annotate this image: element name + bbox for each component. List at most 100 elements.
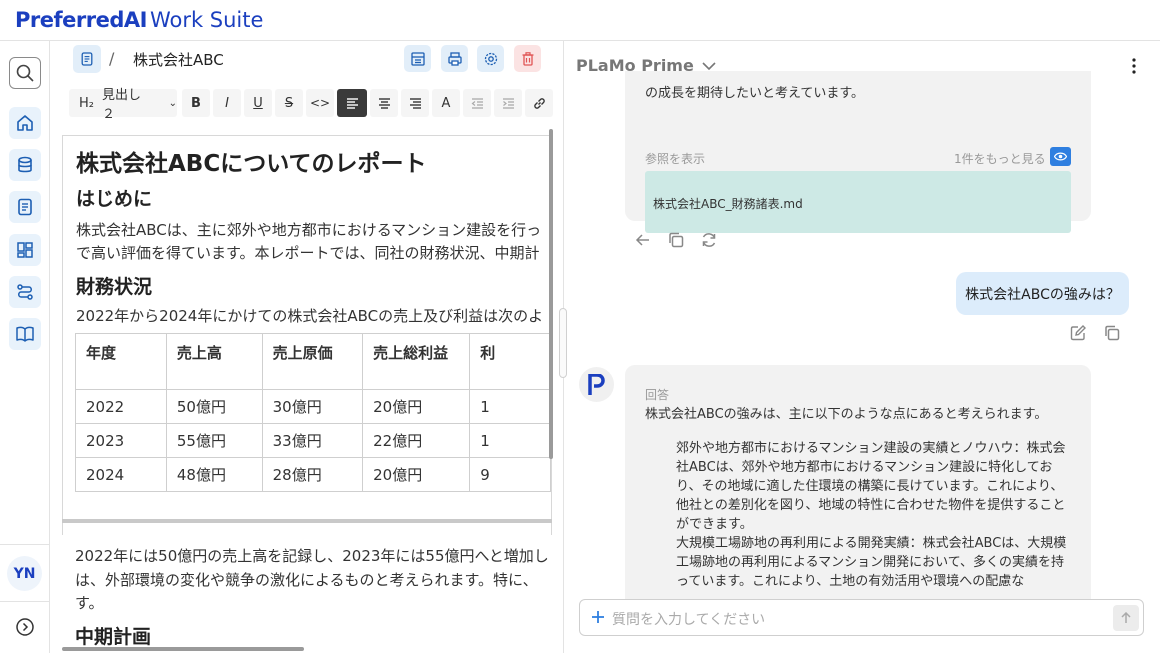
sidebar-item-library[interactable] <box>9 318 41 350</box>
heading-style-select[interactable]: H₂ 見出し２ ⌄ <box>69 88 177 122</box>
regenerate-icon[interactable] <box>700 231 718 249</box>
font-color-button[interactable]: A <box>432 89 460 117</box>
back-arrow-icon[interactable] <box>634 231 652 249</box>
edit-icon[interactable] <box>1069 324 1087 342</box>
sidebar-divider <box>0 544 50 545</box>
sidebar-item-workflow[interactable] <box>9 276 41 308</box>
top-bar: PreferredAI Work Suite <box>0 0 1160 41</box>
answer-intro: 株式会社ABCの強みは、主に以下のような点にあると考えられます。 <box>645 407 1048 422</box>
delete-document-button[interactable] <box>514 45 541 72</box>
table-header-row: 年度 売上高 売上原価 売上総利益 利 <box>75 333 551 390</box>
strikethrough-button[interactable]: S <box>275 89 303 117</box>
plamo-logo-icon <box>587 373 605 395</box>
link-icon <box>533 97 545 109</box>
sidebar-search-button[interactable] <box>9 57 41 89</box>
heading-select-value: 見出し２ <box>102 88 142 122</box>
references-label: 参照を表示 <box>645 152 706 166</box>
editor-vertical-scrollbar[interactable] <box>549 129 553 459</box>
bold-button[interactable]: B <box>182 89 210 117</box>
section-heading-finance: 財務状況 <box>76 276 153 298</box>
sidebar-item-dashboard[interactable] <box>9 234 41 266</box>
view-references-button[interactable] <box>1050 147 1071 166</box>
table-cell: 50億円 <box>165 389 263 424</box>
underline-button[interactable]: U <box>244 89 272 117</box>
answer-body: 郊外や地方都市におけるマンション建設の実績とノウハウ：株式会社ABCは、郊外や地… <box>676 439 1076 591</box>
intro-paragraph-line: 株式会社ABCは、主に郊外や地方都市におけるマンション建設を行っ <box>76 221 542 239</box>
table-cell: 2023 <box>75 423 167 458</box>
reference-file-card[interactable]: 株式会社ABC_財務諸表.md <box>645 171 1071 233</box>
after-table-paragraph-line: は、外部環境の変化や競争の激化によるものと考えられます。特に、 <box>75 571 538 589</box>
sidebar-item-home[interactable] <box>9 107 41 139</box>
link-button[interactable] <box>525 89 553 117</box>
arrow-up-icon <box>1121 612 1131 623</box>
database-icon <box>18 156 32 173</box>
sidebar-item-database[interactable] <box>9 149 41 181</box>
print-button[interactable] <box>441 45 468 72</box>
send-button[interactable] <box>1113 605 1139 631</box>
table-cell: 20億円 <box>362 389 471 424</box>
more-options-icon[interactable] <box>1130 56 1138 76</box>
sidebar-divider <box>0 601 50 602</box>
book-icon <box>16 326 34 342</box>
chat-input-placeholder[interactable]: 質問を入力してください <box>612 609 765 629</box>
indent-button[interactable] <box>494 89 522 117</box>
document-title[interactable]: 株式会社ABC <box>133 49 224 70</box>
align-center-icon <box>378 97 390 109</box>
trash-icon <box>522 51 533 66</box>
table-cell: 9 <box>469 457 551 492</box>
table-header-cell: 利 <box>469 333 551 390</box>
heading-icon: H₂ <box>79 95 94 111</box>
after-table-paragraph-line: す。 <box>75 594 104 612</box>
chat-input-box[interactable]: 質問を入力してください <box>579 599 1144 636</box>
assistant-message-previous: の成長を期待したいと考えています。 参照を表示 1件をもっと見る 株式会社ABC… <box>625 71 1091 233</box>
table-cell: 2022 <box>75 389 167 424</box>
plus-icon[interactable] <box>590 609 606 625</box>
align-right-icon <box>409 97 421 109</box>
table-cell: 2024 <box>75 457 167 492</box>
align-left-button[interactable] <box>337 89 367 117</box>
align-center-button[interactable] <box>370 89 398 117</box>
user-avatar[interactable]: YN <box>7 556 42 591</box>
document-content[interactable]: 株式会社ABCについてのレポート はじめに 株式会社ABCは、主に郊外や地方都市… <box>62 135 552 535</box>
code-button[interactable]: <> <box>306 89 334 117</box>
app-logo[interactable]: PreferredAI Work Suite <box>15 7 263 33</box>
expand-sidebar-icon[interactable] <box>15 617 35 637</box>
sidebar-item-documents[interactable] <box>9 191 41 223</box>
editor-horizontal-scrollbar[interactable] <box>62 647 304 651</box>
document-header: / 株式会社ABC <box>51 41 563 77</box>
eye-icon <box>1054 152 1067 161</box>
user-message: 株式会社ABCの強みは？ <box>956 272 1129 315</box>
copy-icon[interactable] <box>1103 324 1121 342</box>
section-heading-plan: 中期計画 <box>75 626 152 648</box>
table-row: 2023 55億円 33億円 22億円 1 <box>75 423 551 458</box>
breadcrumb-separator: / <box>109 49 115 68</box>
suite-name: Work Suite <box>149 8 264 32</box>
intro-paragraph-line: で高い評価を得ています。本レポートでは、同社の財務状況、中期計 <box>76 244 540 262</box>
financial-table[interactable]: 年度 売上高 売上原価 売上総利益 利 2022 50億円 30億円 20億円 … <box>75 333 551 492</box>
format-toolbar: H₂ 見出し２ ⌄ B I U S <> A <box>63 85 563 122</box>
table-header-cell: 売上原価 <box>261 333 364 390</box>
grid-icon <box>17 242 33 258</box>
settings-button[interactable] <box>477 45 504 72</box>
after-table-paragraph-line: 2022年には50億円の売上高を記録し、2023年には55億円へと増加し <box>75 547 549 565</box>
table-header-cell: 年度 <box>75 333 167 390</box>
section-heading-intro: はじめに <box>76 188 153 210</box>
italic-button[interactable]: I <box>213 89 241 117</box>
table-cell: 20億円 <box>362 457 471 492</box>
document-content-lower[interactable]: 2022年には50億円の売上高を記録し、2023年には55億円へと増加し は、外… <box>62 523 552 653</box>
answer-label: 回答 <box>645 388 670 402</box>
chat-panel: PLaMo Prime の成長を期待したいと考えています。 参照を表示 1件をも… <box>564 41 1160 653</box>
outline-button[interactable] <box>404 45 431 72</box>
assistant-message-answer: 回答 株式会社ABCの強みは、主に以下のような点にあると考えられます。 郊外や地… <box>625 365 1091 605</box>
answer-point: 郊外や地方都市におけるマンション建設の実績とノウハウ：株式会社ABCは、郊外や地… <box>676 441 1066 532</box>
table-cell: 28億円 <box>261 457 364 492</box>
show-more-references-link[interactable]: 1件をもっと見る <box>954 150 1046 167</box>
outdent-button[interactable] <box>463 89 491 117</box>
outline-icon <box>410 51 425 66</box>
assistant-avatar <box>579 367 614 402</box>
table-cell: 22億円 <box>362 423 471 458</box>
gear-icon <box>484 52 497 65</box>
brand-name: PreferredAI <box>15 8 147 32</box>
align-right-button[interactable] <box>401 89 429 117</box>
copy-icon[interactable] <box>667 231 685 249</box>
